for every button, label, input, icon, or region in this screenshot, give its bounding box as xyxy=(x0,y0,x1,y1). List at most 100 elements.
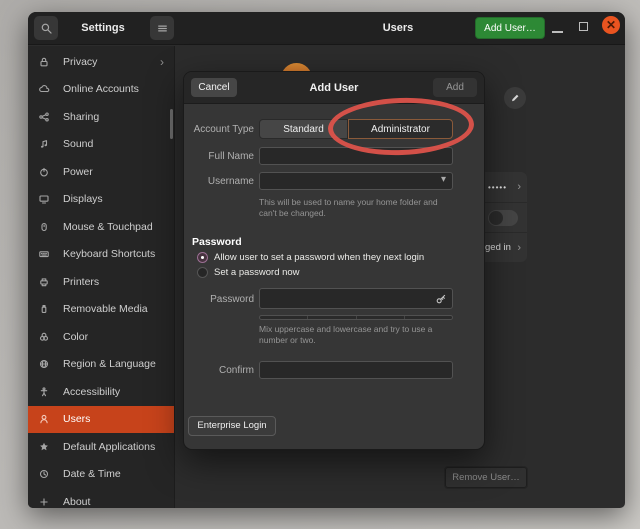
sidebar-item-color[interactable]: Color xyxy=(28,323,174,351)
password-hint: Mix uppercase and lowercase and try to u… xyxy=(259,324,451,346)
plus-icon xyxy=(38,496,52,508)
password-label: Password xyxy=(184,294,254,305)
generate-password-icon[interactable] xyxy=(435,293,447,305)
share-icon xyxy=(38,111,52,123)
sidebar-item-keyboard-shortcuts[interactable]: Keyboard Shortcuts xyxy=(28,241,174,269)
menu-button[interactable] xyxy=(150,16,174,40)
dialog-header: Cancel Add User Add xyxy=(184,72,484,104)
display-icon xyxy=(38,193,52,205)
desktop-background: Settings Users Add User… ✕ Privacy › Onlin… xyxy=(0,0,640,529)
users-icon xyxy=(38,413,52,425)
sidebar-item-region-language[interactable]: Region & Language xyxy=(28,351,174,379)
app-title: Settings xyxy=(58,12,148,45)
sidebar-item-label: Privacy xyxy=(63,56,97,68)
sidebar-list: Privacy › Online Accounts Sharing Sound Power… xyxy=(28,48,174,508)
sidebar: Privacy › Online Accounts Sharing Sound Power… xyxy=(28,46,175,508)
mouse-icon xyxy=(38,221,52,233)
radio-next-login[interactable]: Allow user to set a password when they n… xyxy=(197,252,424,263)
password-dots: ••••• xyxy=(488,183,507,192)
sidebar-item-label: Printers xyxy=(63,276,99,288)
sidebar-item-label: Users xyxy=(63,413,90,425)
sidebar-item-online-accounts[interactable]: Online Accounts xyxy=(28,76,174,104)
sidebar-item-label: Date & Time xyxy=(63,468,121,480)
username-hint: This will be used to name your home fold… xyxy=(259,197,451,219)
minimize-icon[interactable] xyxy=(552,31,563,33)
sidebar-item-label: Power xyxy=(63,166,93,178)
dropdown-arrow-icon: ▾ xyxy=(441,174,446,185)
cloud-icon xyxy=(38,83,52,95)
pencil-icon xyxy=(509,92,521,104)
hamburger-icon xyxy=(156,22,169,35)
radio-set-now-label: Set a password now xyxy=(214,267,300,278)
full-name-label: Full Name xyxy=(184,151,254,162)
username-label: Username xyxy=(184,176,254,187)
sidebar-item-removable-media[interactable]: Removable Media xyxy=(28,296,174,324)
toggle-knob xyxy=(489,211,503,225)
enterprise-login-button[interactable]: Enterprise Login xyxy=(188,416,276,436)
sidebar-item-label: Color xyxy=(63,331,88,343)
sidebar-item-printers[interactable]: Printers xyxy=(28,268,174,296)
sidebar-item-label: Online Accounts xyxy=(63,83,139,95)
close-icon[interactable]: ✕ xyxy=(602,16,620,34)
search-icon xyxy=(40,22,53,35)
user-settings-panel-fragment: ••••• › ged in › xyxy=(485,172,527,262)
cancel-button[interactable]: Cancel xyxy=(191,78,237,97)
accessibility-icon xyxy=(38,386,52,398)
sidebar-item-label: Sharing xyxy=(63,111,99,123)
header-bar: Settings Users Add User… ✕ xyxy=(28,12,625,45)
automatic-login-row-fragment xyxy=(485,202,527,232)
sidebar-item-sharing[interactable]: Sharing xyxy=(28,103,174,131)
radio-set-now[interactable]: Set a password now xyxy=(197,267,300,278)
maximize-icon[interactable] xyxy=(579,22,588,31)
color-icon xyxy=(38,331,52,343)
sidebar-item-privacy[interactable]: Privacy › xyxy=(28,48,174,76)
sidebar-item-mouse-touchpad[interactable]: Mouse & Touchpad xyxy=(28,213,174,241)
star-icon xyxy=(38,441,52,453)
printer-icon xyxy=(38,276,52,288)
sidebar-item-label: About xyxy=(63,496,90,508)
sidebar-item-default-applications[interactable]: Default Applications xyxy=(28,433,174,461)
confirm-label: Confirm xyxy=(184,365,254,376)
sidebar-item-sound[interactable]: Sound xyxy=(28,131,174,159)
toggle-switch[interactable] xyxy=(488,210,518,226)
sidebar-item-displays[interactable]: Displays xyxy=(28,186,174,214)
password-row-fragment[interactable]: ••••• › xyxy=(485,172,527,202)
sidebar-item-date-time[interactable]: Date & Time xyxy=(28,461,174,489)
password-section-header: Password xyxy=(192,236,242,248)
username-combobox[interactable]: ▾ xyxy=(259,172,453,190)
radio-unchecked-icon xyxy=(197,267,208,278)
sound-icon xyxy=(38,138,52,150)
sidebar-item-power[interactable]: Power xyxy=(28,158,174,186)
chevron-right-icon: › xyxy=(160,55,164,69)
add-button[interactable]: Add xyxy=(433,78,477,97)
sidebar-item-about[interactable]: About xyxy=(28,488,174,508)
sidebar-item-label: Accessibility xyxy=(63,386,120,398)
radio-next-login-label: Allow user to set a password when they n… xyxy=(214,252,424,263)
sidebar-item-users[interactable]: Users xyxy=(28,406,174,434)
logged-in-row-fragment[interactable]: ged in › xyxy=(485,232,527,262)
account-type-label: Account Type xyxy=(184,124,254,135)
removable-media-icon xyxy=(38,303,52,315)
remove-user-button[interactable]: Remove User… xyxy=(444,466,528,489)
password-strength-meter xyxy=(259,315,453,320)
logged-in-label: ged in xyxy=(485,242,511,253)
sidebar-scrollbar[interactable] xyxy=(170,109,173,139)
keyboard-icon xyxy=(38,248,52,260)
globe-icon xyxy=(38,358,52,370)
sidebar-item-label: Keyboard Shortcuts xyxy=(63,248,155,260)
power-icon xyxy=(38,166,52,178)
add-user-button[interactable]: Add User… xyxy=(475,17,545,39)
password-input[interactable] xyxy=(259,288,453,309)
radio-checked-icon xyxy=(197,252,208,263)
search-button[interactable] xyxy=(34,16,58,40)
sidebar-item-label: Displays xyxy=(63,193,103,205)
chevron-right-icon: › xyxy=(517,181,521,193)
sidebar-item-accessibility[interactable]: Accessibility xyxy=(28,378,174,406)
settings-window: Settings Users Add User… ✕ Privacy › Onlin… xyxy=(28,12,625,508)
confirm-input[interactable] xyxy=(259,361,453,379)
edit-avatar-button[interactable] xyxy=(504,87,526,109)
page-title: Users xyxy=(328,12,468,45)
sidebar-item-label: Default Applications xyxy=(63,441,155,453)
sidebar-item-label: Region & Language xyxy=(63,358,156,370)
sidebar-item-label: Removable Media xyxy=(63,303,148,315)
